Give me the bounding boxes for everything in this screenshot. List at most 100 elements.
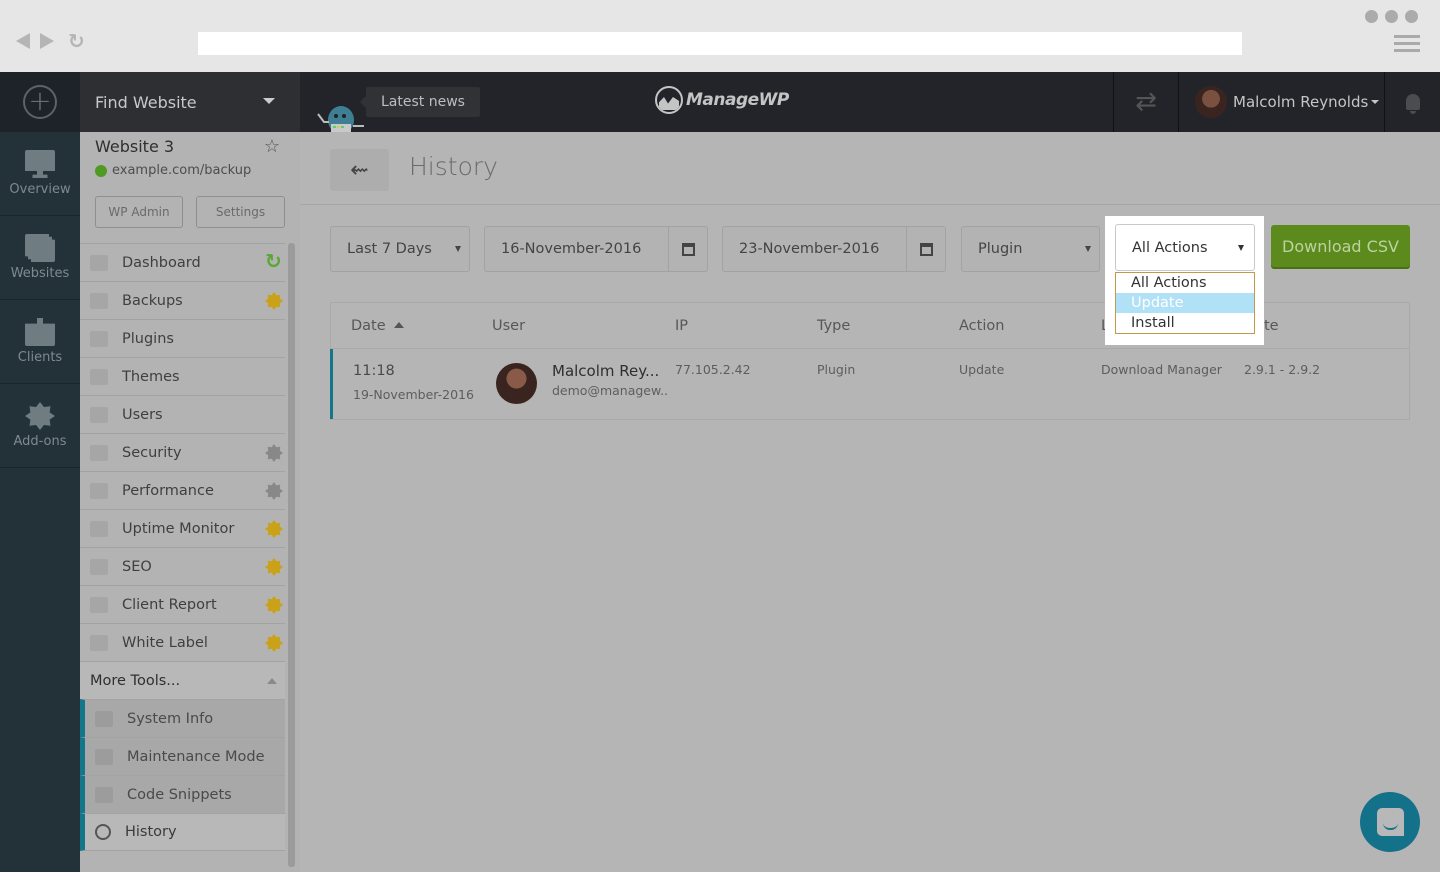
- main-nav-rail: Overview Websites Clients Add-ons: [0, 132, 80, 872]
- menu-item-label: Uptime Monitor: [122, 520, 235, 537]
- caret-down-icon: [1238, 245, 1244, 251]
- sidebar-scrollbar[interactable]: [288, 243, 295, 867]
- row-version: 2.9.1 - 2.9.2: [1244, 362, 1321, 377]
- latest-news-tooltip[interactable]: Latest news: [360, 87, 480, 117]
- row-time: 11:18: [353, 363, 395, 379]
- browser-chrome: ↻: [0, 0, 1440, 72]
- more-tools-toggle[interactable]: More Tools...: [80, 661, 285, 699]
- palette-icon: [90, 368, 108, 385]
- row-action: Update: [959, 362, 1005, 377]
- reload-icon[interactable]: ↻: [68, 31, 85, 51]
- find-website-dropdown[interactable]: Find Website: [80, 72, 300, 132]
- type-select[interactable]: Plugin: [961, 226, 1100, 272]
- menu-item-white-label[interactable]: White Label: [80, 623, 285, 661]
- chat-launcher-button[interactable]: [1360, 792, 1420, 852]
- column-date[interactable]: Date: [351, 318, 404, 334]
- page-header: ⇜ History: [300, 132, 1440, 205]
- menu-item-seo[interactable]: SEO: [80, 547, 285, 585]
- find-website-label: Find Website: [95, 92, 197, 112]
- site-url[interactable]: example.com/backup: [95, 163, 251, 178]
- premium-badge-icon: [265, 292, 283, 310]
- action-select[interactable]: All Actions: [1115, 224, 1255, 271]
- menu-item-history[interactable]: History: [80, 813, 285, 851]
- table-row[interactable]: 11:18 19-November-2016 Malcolm Rey... de…: [330, 349, 1409, 419]
- user-avatar: [1195, 86, 1227, 118]
- user-avatar: [496, 363, 537, 404]
- rail-label: Add-ons: [13, 434, 67, 449]
- date-to-input[interactable]: 23-November-2016: [722, 226, 946, 272]
- menu-item-uptime-monitor[interactable]: Uptime Monitor: [80, 509, 285, 547]
- clock-icon: [95, 824, 111, 840]
- menu-item-dashboard[interactable]: Dashboard ↻: [80, 243, 285, 281]
- latest-news-label: Latest news: [381, 94, 465, 110]
- monitor-icon: [90, 254, 108, 271]
- date-from-value: 16-November-2016: [501, 241, 642, 257]
- menu-item-label: Performance: [122, 482, 214, 499]
- date-range-value: Last 7 Days: [347, 241, 432, 257]
- menu-item-maintenance-mode[interactable]: Maintenance Mode: [80, 737, 285, 775]
- calendar-icon: [919, 242, 933, 256]
- action-option-all[interactable]: All Actions: [1116, 273, 1254, 293]
- hamburger-menu-icon[interactable]: [1394, 35, 1420, 56]
- rail-item-overview[interactable]: Overview: [0, 132, 80, 216]
- menu-item-system-info[interactable]: System Info: [80, 699, 285, 737]
- row-ip: 77.105.2.42: [675, 362, 751, 377]
- action-options-list: All Actions Update Install: [1115, 272, 1255, 334]
- site-menu: Dashboard ↻ Backups Plugins Themes Users…: [80, 243, 285, 851]
- notifications-button[interactable]: [1386, 72, 1440, 132]
- star-badge-icon: [25, 402, 55, 430]
- user-icon: [90, 406, 108, 423]
- forward-icon[interactable]: [40, 33, 54, 49]
- column-type[interactable]: Type: [817, 318, 850, 334]
- download-csv-button[interactable]: Download CSV: [1271, 225, 1410, 267]
- caret-down-icon: [1371, 100, 1380, 104]
- type-value: Plugin: [978, 241, 1023, 257]
- premium-badge-icon: [265, 634, 283, 652]
- menu-item-performance[interactable]: Performance: [80, 471, 285, 509]
- menu-item-users[interactable]: Users: [80, 395, 285, 433]
- back-icon[interactable]: [16, 33, 30, 49]
- rail-item-clients[interactable]: Clients: [0, 300, 80, 384]
- column-user[interactable]: User: [492, 318, 525, 334]
- add-website-button[interactable]: +: [0, 72, 80, 132]
- managewp-logo[interactable]: ManageWP: [655, 86, 789, 114]
- column-action[interactable]: Action: [959, 318, 1004, 334]
- date-from-input[interactable]: 16-November-2016: [484, 226, 708, 272]
- terminal-icon: [95, 786, 113, 803]
- menu-item-client-report[interactable]: Client Report: [80, 585, 285, 623]
- column-ip[interactable]: IP: [675, 318, 688, 334]
- addon-badge-icon: [265, 482, 283, 500]
- sort-ascending-icon: [393, 322, 404, 328]
- menu-item-plugins[interactable]: Plugins: [80, 319, 285, 357]
- shield-icon: [90, 444, 108, 461]
- menu-item-themes[interactable]: Themes: [80, 357, 285, 395]
- site-name: Website 3: [95, 137, 175, 156]
- megaphone-icon: [90, 558, 108, 575]
- sync-button[interactable]: ⇄: [1113, 72, 1179, 132]
- main-content: ⇜ History Last 7 Days 16-November-2016 2…: [300, 132, 1440, 872]
- sync-badge-icon: ↻: [265, 249, 282, 273]
- url-bar[interactable]: [198, 32, 1242, 55]
- row-label: Download Manager: [1101, 362, 1222, 377]
- rail-item-addons[interactable]: Add-ons: [0, 384, 80, 468]
- server-icon: [95, 710, 113, 727]
- action-option-install[interactable]: Install: [1116, 313, 1254, 333]
- back-button[interactable]: ⇜: [330, 149, 389, 191]
- menu-item-backups[interactable]: Backups: [80, 281, 285, 319]
- favorite-star-icon[interactable]: ☆: [264, 136, 280, 157]
- calendar-button[interactable]: [668, 227, 707, 271]
- menu-item-security[interactable]: Security: [80, 433, 285, 471]
- menu-item-label: Themes: [122, 368, 180, 385]
- area-chart-icon: [90, 596, 108, 613]
- action-option-update[interactable]: Update: [1116, 293, 1254, 313]
- menu-item-label: History: [125, 824, 177, 840]
- gauge-icon: [90, 482, 108, 499]
- user-menu[interactable]: Malcolm Reynolds: [1180, 72, 1385, 132]
- bell-icon: [1406, 94, 1420, 114]
- wp-admin-button[interactable]: WP Admin: [95, 196, 183, 228]
- rail-item-websites[interactable]: Websites: [0, 216, 80, 300]
- date-range-select[interactable]: Last 7 Days: [330, 226, 470, 272]
- calendar-button[interactable]: [906, 227, 945, 271]
- menu-item-code-snippets[interactable]: Code Snippets: [80, 775, 285, 813]
- settings-button[interactable]: Settings: [196, 196, 285, 228]
